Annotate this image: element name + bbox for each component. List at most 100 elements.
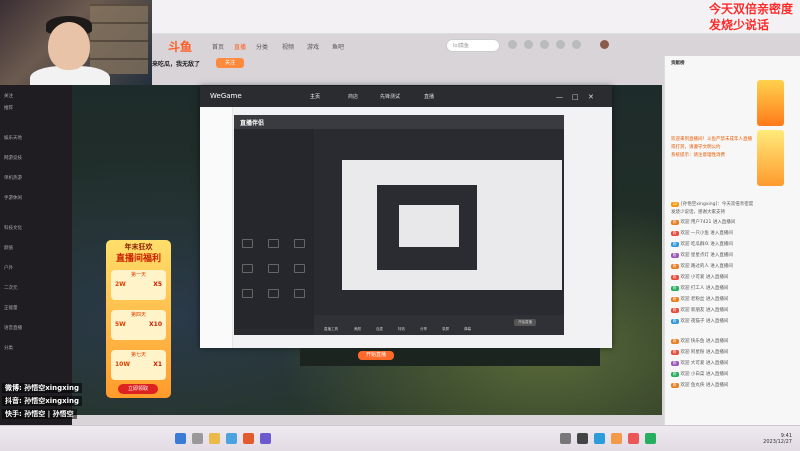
- search-icon[interactable]: [192, 433, 203, 444]
- promo-day-label: 第七天: [130, 352, 146, 358]
- gift-badge[interactable]: [757, 130, 784, 186]
- wegame-tab[interactable]: 主页: [310, 93, 320, 100]
- browser-icon[interactable]: [226, 433, 237, 444]
- chat-message: 粉欢迎 新朋友 进入直播间: [671, 308, 729, 313]
- scene-list: [234, 129, 314, 329]
- wegame-window: WeGame 主页 商店 先锋测试 直播 — □ ✕ 直播伴侣 直播工具 美颜 …: [200, 86, 612, 348]
- toolbar-item[interactable]: 分享: [420, 327, 427, 332]
- taskbar: 9:41 2023/12/27: [0, 425, 800, 451]
- scene-tool-icon[interactable]: [242, 289, 253, 298]
- start-live-button[interactable]: 开始直播: [514, 319, 536, 326]
- live-toolbar: 直播工具 美颜 连麦 特效 分享 录屏 弹幕 开始直播: [314, 315, 564, 335]
- clock-date: 2023/12/27: [763, 439, 792, 445]
- webcam-overlay: [0, 0, 152, 85]
- sidebar-item[interactable]: 网游竞技: [4, 155, 22, 161]
- chat-message: 粉欢迎 路过的人 进入直播间: [671, 264, 733, 269]
- sidebar-item[interactable]: 语音直播: [4, 325, 22, 331]
- room-title: 来吃瓜，我无敌了: [152, 61, 201, 68]
- system-clock[interactable]: 9:41 2023/12/27: [763, 433, 792, 445]
- toolbar-item[interactable]: 直播工具: [324, 327, 338, 332]
- promo-reward-row: 第七天 10W X1: [111, 350, 166, 380]
- toolbar-item[interactable]: 连麦: [376, 327, 383, 332]
- wegame-tab[interactable]: 先锋测试: [380, 93, 400, 100]
- live-companion-titlebar: 直播伴侣: [234, 115, 564, 129]
- folder-icon[interactable]: [209, 433, 220, 444]
- app-icon[interactable]: [645, 433, 656, 444]
- app-icon[interactable]: [577, 433, 588, 444]
- sidebar-item[interactable]: 关注: [4, 93, 13, 99]
- overlay-subline: 发烧少说话: [709, 18, 770, 32]
- promo-reward-row: 第一天 2W X5: [111, 270, 166, 300]
- app-icon[interactable]: [260, 433, 271, 444]
- chat-message: 粉欢迎 鱼丸侠 进入直播间: [671, 383, 729, 388]
- sidebar-item[interactable]: 正能量: [4, 305, 18, 311]
- app-icon[interactable]: [628, 433, 639, 444]
- start-icon[interactable]: [175, 433, 186, 444]
- promo-subtitle: 直播间福利: [115, 254, 161, 264]
- rank-badge[interactable]: [757, 80, 784, 126]
- sidebar-item[interactable]: 科技文化: [4, 225, 22, 231]
- scene-tool-icon[interactable]: [294, 289, 305, 298]
- toolbar-item[interactable]: 录屏: [442, 327, 449, 332]
- nav-fishbar[interactable]: 鱼吧: [332, 42, 344, 51]
- close-icon[interactable]: ✕: [588, 93, 594, 101]
- follow-icon[interactable]: [524, 40, 533, 49]
- chat-message: 粉欢迎 用户7421 进入直播间: [671, 220, 736, 225]
- wegame-tab[interactable]: 商店: [348, 93, 358, 100]
- live-companion-title: 直播伴侣: [240, 120, 265, 127]
- history-icon[interactable]: [508, 40, 517, 49]
- download-icon[interactable]: [556, 40, 565, 49]
- player-controls: [300, 348, 600, 366]
- weibo-handle: 微博: 孙悟空xingxing: [2, 383, 83, 393]
- preview-nested-window: [377, 185, 477, 270]
- sidebar-item[interactable]: 娱乐天地: [4, 135, 22, 141]
- scene-tool-icon[interactable]: [242, 239, 253, 248]
- app-icon[interactable]: [560, 433, 571, 444]
- app-icon[interactable]: [611, 433, 622, 444]
- avatar[interactable]: [600, 40, 609, 49]
- scene-tool-icon[interactable]: [268, 239, 279, 248]
- claim-button[interactable]: 立即领取: [118, 384, 158, 394]
- chat-message: 粉欢迎 小白菜 进入直播间: [671, 372, 729, 377]
- wegame-titlebar: WeGame 主页 商店 先锋测试 直播 — □ ✕: [200, 86, 612, 107]
- wegame-logo: WeGame: [210, 92, 242, 100]
- nav-category[interactable]: 分类: [256, 42, 268, 51]
- chat-header[interactable]: 贡献榜: [671, 60, 795, 66]
- nav-home[interactable]: 首页: [212, 42, 224, 51]
- nav-video[interactable]: 视频: [282, 42, 294, 51]
- live-broadcast-icon[interactable]: [572, 40, 581, 49]
- sidebar-item[interactable]: 手游休闲: [4, 195, 22, 201]
- app-icon[interactable]: [243, 433, 254, 444]
- sidebar-item[interactable]: 颜值: [4, 245, 13, 251]
- wegame-tab[interactable]: 直播: [424, 93, 434, 100]
- app-icon[interactable]: [594, 433, 605, 444]
- sidebar-item[interactable]: 分类: [4, 345, 13, 351]
- kuaishou-handle: 快手: 孙悟空 | 孙悟空: [2, 409, 77, 419]
- scene-tool-icon[interactable]: [242, 264, 253, 273]
- sidebar-item[interactable]: 户外: [4, 265, 13, 271]
- message-icon[interactable]: [540, 40, 549, 49]
- maximize-icon[interactable]: □: [572, 93, 579, 101]
- site-logo[interactable]: 斗鱼: [168, 38, 192, 55]
- scene-tool-icon[interactable]: [268, 289, 279, 298]
- chat-message: 粉欢迎 快乐鱼 进入直播间: [671, 339, 729, 344]
- nav-game[interactable]: 游戏: [307, 42, 319, 51]
- nav-live[interactable]: 直播: [234, 42, 246, 51]
- toolbar-item[interactable]: 弹幕: [464, 327, 471, 332]
- toolbar-item[interactable]: 特效: [398, 327, 405, 332]
- search-input[interactable]: lol摸鱼: [446, 39, 500, 52]
- sidebar-item[interactable]: 二次元: [4, 285, 18, 291]
- sidebar-item[interactable]: 推荐: [4, 105, 13, 111]
- sidebar-item[interactable]: 单机热游: [4, 175, 22, 181]
- promo-panel[interactable]: 年末狂欢 直播间福利 第一天 2W X5 第四天 5W X10 第七天 10W …: [106, 240, 171, 398]
- chat-message: 粉欢迎 夜猫子 进入直播间: [671, 319, 729, 324]
- follow-button[interactable]: 关注: [216, 58, 244, 68]
- toolbar-item[interactable]: 美颜: [354, 327, 361, 332]
- scene-tool-icon[interactable]: [294, 264, 305, 273]
- background-shelf: [90, 4, 148, 74]
- scene-tool-icon[interactable]: [268, 264, 279, 273]
- scene-tool-icon[interactable]: [294, 239, 305, 248]
- start-live-orange-button[interactable]: 开始直播: [358, 351, 394, 360]
- promo-day-label: 第四天: [130, 312, 146, 318]
- minimize-icon[interactable]: —: [556, 93, 563, 101]
